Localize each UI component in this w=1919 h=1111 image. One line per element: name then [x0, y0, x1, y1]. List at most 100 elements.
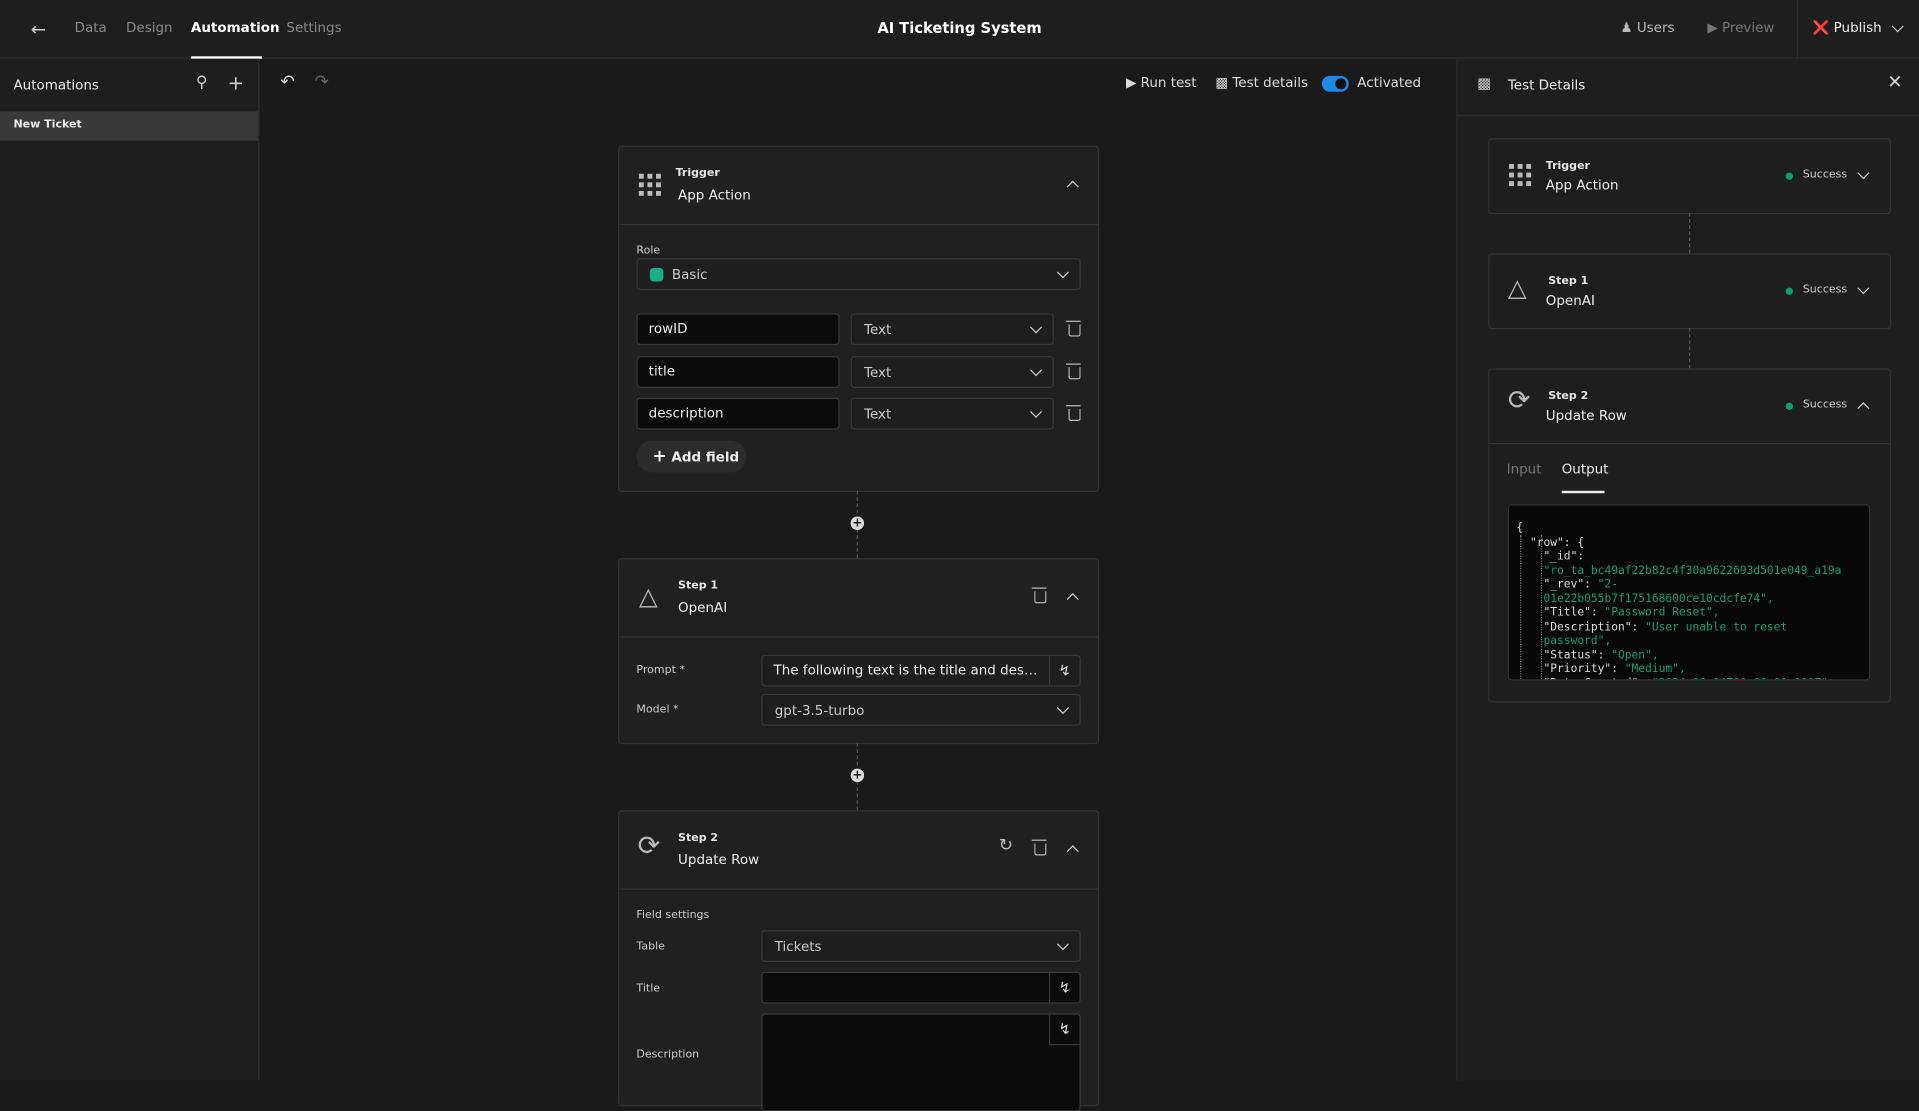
field-name-input[interactable]: rowID [636, 313, 840, 346]
json-key: "Description": [1516, 619, 1646, 634]
chevron-down-icon [1029, 405, 1043, 418]
title-label: Title [636, 982, 661, 996]
publish-label: Publish [1833, 19, 1882, 36]
step2-test-header[interactable]: ⟳ Step 2 Update Row Success [1489, 370, 1890, 445]
step-type: Step 1 [1548, 275, 1589, 288]
trash-icon[interactable] [1031, 839, 1047, 856]
step-type: Step 2 [1548, 390, 1589, 403]
field-type-select[interactable]: Text [850, 356, 1054, 388]
model-select[interactable]: gpt-3.5-turbo [761, 693, 1081, 726]
lightning-bolt-icon[interactable]: ↯ [1048, 1014, 1080, 1046]
sync-arrows-icon: ⟳ [1507, 385, 1531, 417]
activated-toggle[interactable] [1321, 75, 1349, 92]
add-automation-icon[interactable]: + [228, 71, 244, 94]
preview-button[interactable]: ▶ Preview [1707, 20, 1774, 36]
test-details-button[interactable]: ▩ Test details [1215, 75, 1308, 91]
field-name-input[interactable]: title [636, 356, 840, 388]
trigger-card: Trigger App Action Role Basic rowID Text… [618, 145, 1100, 493]
table-select[interactable]: Tickets [761, 930, 1081, 962]
step-type: Trigger [1545, 160, 1590, 173]
step2-header[interactable]: ⟳ Step 2 Update Row ↻ [619, 811, 1098, 890]
undo-icon[interactable]: ↶ [280, 72, 294, 92]
refresh-icon[interactable]: ↻ [999, 836, 1013, 856]
run-test-button[interactable]: ▶ Run test [1126, 75, 1197, 91]
app-action-grid-icon [638, 173, 661, 196]
chevron-up-icon[interactable] [1857, 402, 1870, 415]
add-step-icon[interactable]: + [850, 516, 865, 530]
chevron-down-icon [1056, 266, 1070, 279]
json-value: 01e22b055b7f175168600ce10cdcfe74", [1543, 591, 1774, 606]
run-test-label: Run test [1140, 74, 1197, 91]
divider [1457, 115, 1919, 117]
openai-network-icon: △ [1507, 272, 1527, 303]
field-name-input[interactable]: description [636, 397, 840, 430]
app-action-grid-icon [1509, 164, 1532, 187]
lightning-bolt-icon[interactable]: ↯ [1048, 973, 1080, 1003]
field-type-value: Text [864, 364, 892, 381]
prompt-input[interactable]: The following text is the title and desc… [761, 654, 1081, 687]
field-type-select[interactable]: Text [850, 313, 1054, 346]
status-label: Success [1802, 398, 1848, 412]
json-key: "_id": [1516, 549, 1585, 563]
step1-header[interactable]: △ Step 1 OpenAI [619, 559, 1098, 638]
publish-icon: ❌ [1812, 19, 1830, 36]
chevron-down-icon [1029, 364, 1043, 377]
test-step-openai[interactable]: △ Step 1 OpenAI Success [1488, 253, 1891, 330]
trash-icon[interactable] [1066, 405, 1081, 422]
collapse-icon[interactable] [1066, 180, 1079, 193]
step-name: App Action [1545, 177, 1619, 194]
role-label: Role [636, 244, 661, 258]
sidebar-item-new-ticket[interactable]: New Ticket [0, 111, 259, 141]
json-key: "Date Created": [1516, 676, 1651, 679]
trigger-header[interactable]: Trigger App Action [619, 147, 1098, 226]
test-details-icon: ▩ [1215, 74, 1229, 91]
toggle-knob [1335, 78, 1347, 90]
output-json-viewer[interactable]: { "row": { "_id": "ro_ta_bc49af22b82c4f3… [1507, 504, 1871, 681]
success-dot [1785, 287, 1794, 295]
add-field-button[interactable]: + Add field [636, 440, 747, 473]
publish-button[interactable]: ❌ Publish [1812, 19, 1904, 36]
role-color-swatch [649, 268, 664, 282]
step-type: Step 1 [678, 580, 719, 593]
sidebar-title: Automations [13, 77, 99, 94]
play-circle-icon: ▶ [1707, 19, 1718, 36]
close-icon[interactable]: ✕ [1887, 71, 1902, 93]
model-value: gpt-3.5-turbo [774, 702, 865, 719]
trash-icon[interactable] [1031, 587, 1047, 604]
lightning-bolt-icon[interactable]: ↯ [1048, 656, 1080, 686]
json-key: "row": { [1516, 535, 1585, 549]
title-input[interactable]: ↯ [761, 971, 1081, 1004]
prompt-label: Prompt * [636, 664, 685, 677]
role-select[interactable]: Basic [636, 258, 1081, 291]
json-value: "2- [1597, 577, 1618, 592]
sync-arrows-icon: ⟳ [637, 831, 661, 862]
success-dot [1785, 172, 1794, 180]
field-type-select[interactable]: Text [850, 397, 1054, 430]
field-type-value: Text [864, 406, 892, 423]
description-input[interactable]: ↯ [761, 1013, 1081, 1111]
preview-label: Preview [1721, 19, 1775, 36]
json-line: "Date Created": "2024-06-04T00:00:00.000… [1509, 676, 1869, 679]
tab-input[interactable]: Input [1507, 461, 1542, 477]
json-line: "_rev": "2- [1509, 578, 1869, 592]
json-line: "_id": [1509, 550, 1869, 564]
trash-icon[interactable] [1066, 363, 1081, 380]
step-name: Update Row [678, 851, 760, 868]
tab-output[interactable]: Output [1562, 461, 1609, 477]
users-button[interactable]: ♟ Users [1620, 20, 1674, 36]
collapse-icon[interactable] [1066, 845, 1079, 858]
redo-icon[interactable]: ↷ [315, 72, 329, 92]
json-line: "Description": "User unable to reset [1509, 620, 1869, 634]
search-icon[interactable]: ⚲ [196, 73, 208, 91]
add-step-icon[interactable]: + [850, 768, 865, 783]
chevron-down-icon[interactable] [1857, 282, 1870, 295]
json-value: "Medium", [1624, 662, 1686, 676]
test-step-trigger[interactable]: Trigger App Action Success [1488, 138, 1891, 215]
status-label: Success [1802, 168, 1848, 182]
trash-icon[interactable] [1066, 320, 1081, 337]
chevron-down-icon[interactable] [1857, 167, 1870, 180]
step-type: Trigger [675, 167, 720, 180]
collapse-icon[interactable] [1066, 593, 1079, 606]
field-type-value: Text [864, 321, 892, 338]
step-name: App Action [678, 187, 751, 204]
